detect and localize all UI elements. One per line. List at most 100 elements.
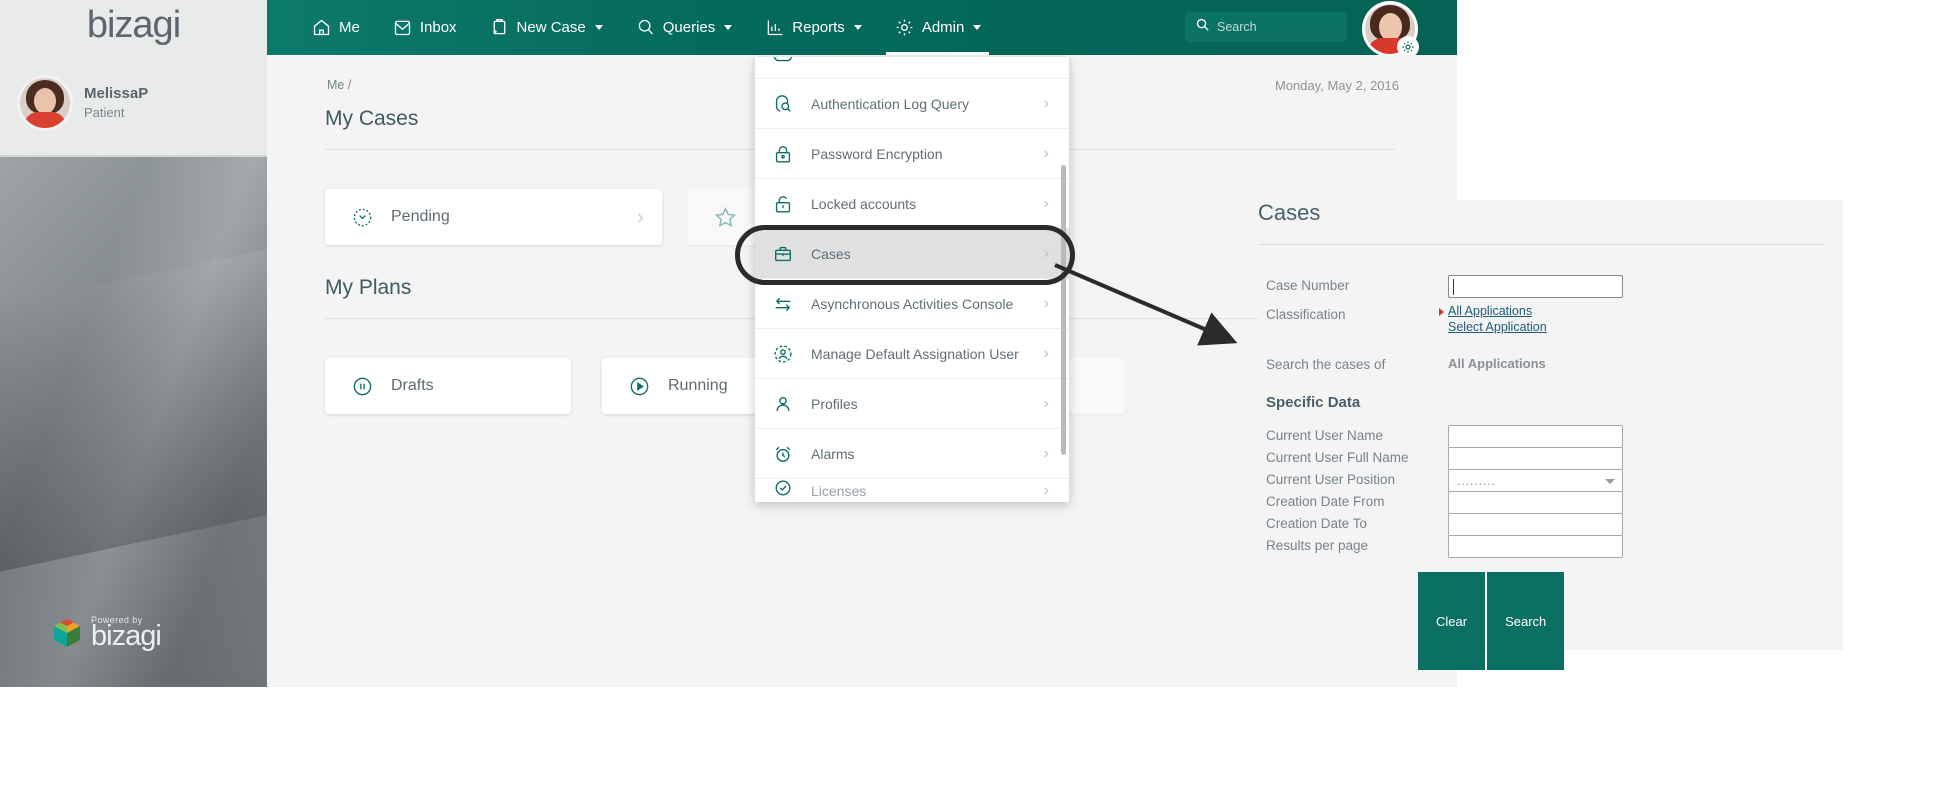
field-current-user-full-name: Current User Full Name (1258, 447, 1823, 470)
cases-search-panel: Cases Case Number Classification All App… (1258, 200, 1823, 670)
menu-item-profiles[interactable]: Profiles › (755, 379, 1069, 429)
menu-item-cases[interactable]: Cases › (755, 229, 1069, 279)
global-search[interactable] (1185, 12, 1347, 42)
chevron-right-icon: › (1043, 94, 1049, 112)
avatar (20, 78, 70, 128)
menu-item-licenses[interactable]: Licenses › (755, 480, 1069, 502)
menu-item-locked-accounts[interactable]: Locked accounts › (755, 179, 1069, 229)
nav-label-queries: Queries (662, 19, 716, 36)
breadcrumb[interactable]: Me / (327, 78, 351, 92)
menu-label-asynchronous-activities-console: Asynchronous Activities Console (811, 295, 1014, 312)
sidebar-user[interactable]: MelissaP Patient (20, 78, 148, 128)
bizagi-cube-icon (52, 617, 82, 649)
label-creation-date-from: Creation Date From (1266, 494, 1385, 509)
nav-item-admin[interactable]: Admin (878, 0, 998, 55)
search-button[interactable]: Search (1487, 572, 1565, 670)
card-label-running: Running (668, 377, 728, 394)
field-current-user-position: Current User Position ......... (1258, 469, 1823, 492)
cases-panel-rule (1258, 244, 1823, 245)
menu-label-licenses: Licenses (811, 483, 867, 499)
menu-item-password-encryption[interactable]: Password Encryption › (755, 129, 1069, 179)
pause-icon (351, 375, 374, 398)
sidebar-user-role: Patient (84, 104, 125, 120)
field-case-number: Case Number (1258, 275, 1823, 304)
nav-item-inbox[interactable]: Inbox (376, 0, 473, 55)
field-search-the-cases-of: Search the cases of All Applications (1258, 354, 1823, 388)
menu-item-manage-default-assignation-user[interactable]: Manage Default Assignation User › (755, 329, 1069, 379)
briefcase-icon (755, 243, 811, 265)
arrows-exchange-icon (755, 293, 811, 315)
input-creation-date-from[interactable] (1448, 491, 1623, 514)
menu-item-asynchronous-activities-console[interactable]: Asynchronous Activities Console › (755, 279, 1069, 329)
chevron-right-icon: › (636, 204, 644, 229)
link-select-application[interactable]: Select Application (1448, 320, 1547, 336)
chevron-right-icon: › (1043, 194, 1049, 212)
input-results-per-page[interactable] (1448, 535, 1623, 558)
sidebar-background-photo: Powered by bizagi (0, 157, 267, 687)
gear-icon (894, 17, 915, 38)
admin-dropdown-menu: Authentication Log Query › Password Encr… (755, 57, 1069, 502)
app-root: bizagi MelissaP Patient Powered by bizag… (0, 0, 1938, 812)
specific-data-heading: Specific Data (1266, 394, 1361, 411)
input-current-user-name[interactable] (1448, 425, 1623, 448)
nav-item-reports[interactable]: Reports (748, 0, 878, 55)
field-current-user-name: Current User Name (1258, 425, 1823, 448)
magnifier-icon (635, 17, 656, 38)
cases-search-form: Case Number Classification All Applicati… (1258, 275, 1823, 558)
nav-item-new-case[interactable]: New Case (473, 0, 619, 55)
label-creation-date-to: Creation Date To (1266, 516, 1368, 531)
main-nav: Me Inbox New Case Queries Reports Admin (295, 0, 997, 55)
bizagi-logo: bizagi (86, 4, 181, 46)
link-all-applications[interactable]: All Applications (1448, 304, 1547, 320)
select-current-user-position[interactable]: ......... (1448, 469, 1623, 492)
field-results-per-page: Results per page (1258, 535, 1823, 558)
my-plans-heading: My Plans (325, 276, 412, 299)
new-case-icon (489, 17, 510, 38)
menu-label-cases: Cases (811, 245, 851, 262)
chevron-down-icon (724, 25, 733, 30)
chevron-right-icon: › (1043, 394, 1049, 412)
nav-label-reports: Reports (792, 19, 845, 36)
classification-links: All Applications Select Application (1439, 304, 1547, 336)
card-pending[interactable]: Pending › (325, 189, 662, 245)
card-drafts[interactable]: Drafts (325, 358, 571, 414)
input-creation-date-to[interactable] (1448, 513, 1623, 536)
input-current-user-full-name[interactable] (1448, 447, 1623, 470)
page-bottom-blank (0, 687, 1258, 812)
input-case-number[interactable] (1448, 275, 1623, 298)
dropdown-scrollbar[interactable] (1061, 165, 1066, 455)
star-icon (713, 205, 738, 230)
nav-label-new-case: New Case (516, 19, 586, 36)
chevron-down-icon (594, 25, 603, 30)
field-creation-date-to: Creation Date To (1258, 513, 1823, 536)
label-search-the-cases-of: Search the cases of (1266, 357, 1386, 372)
powered-by-bizagi-watermark: Powered by bizagi (52, 615, 162, 652)
inbox-icon (392, 17, 413, 38)
alarm-clock-icon (755, 443, 811, 465)
license-check-icon (755, 480, 811, 499)
lock-open-icon (755, 193, 811, 215)
field-classification: Classification All Applications Select A… (1258, 304, 1823, 344)
label-current-user-name: Current User Name (1266, 428, 1384, 443)
menu-item-alarms[interactable]: Alarms › (755, 429, 1069, 479)
menu-label-profiles: Profiles (811, 395, 858, 412)
menu-item-authentication-log-query[interactable]: Authentication Log Query › (755, 79, 1069, 129)
menu-label-password-encryption: Password Encryption (811, 145, 943, 162)
label-current-user-full-name: Current User Full Name (1266, 450, 1409, 465)
text-caret (1453, 279, 1454, 295)
nav-item-me[interactable]: Me (295, 0, 376, 55)
chevron-down-icon (973, 25, 982, 30)
chevron-down-icon (853, 25, 862, 30)
clear-button[interactable]: Clear (1418, 572, 1486, 670)
dropdown-partial-top-item[interactable] (755, 57, 1069, 79)
bullet-arrow-icon (1439, 308, 1444, 316)
search-icon (1195, 17, 1210, 37)
label-results-per-page: Results per page (1266, 538, 1369, 553)
watermark-bizagi-label: bizagi (91, 619, 162, 652)
card-label-drafts: Drafts (391, 377, 434, 394)
search-input[interactable] (1217, 20, 1327, 34)
menu-label-locked-accounts: Locked accounts (811, 195, 917, 212)
nav-item-queries[interactable]: Queries (619, 0, 749, 55)
play-icon (628, 375, 651, 398)
select-placeholder: ......... (1457, 474, 1497, 488)
